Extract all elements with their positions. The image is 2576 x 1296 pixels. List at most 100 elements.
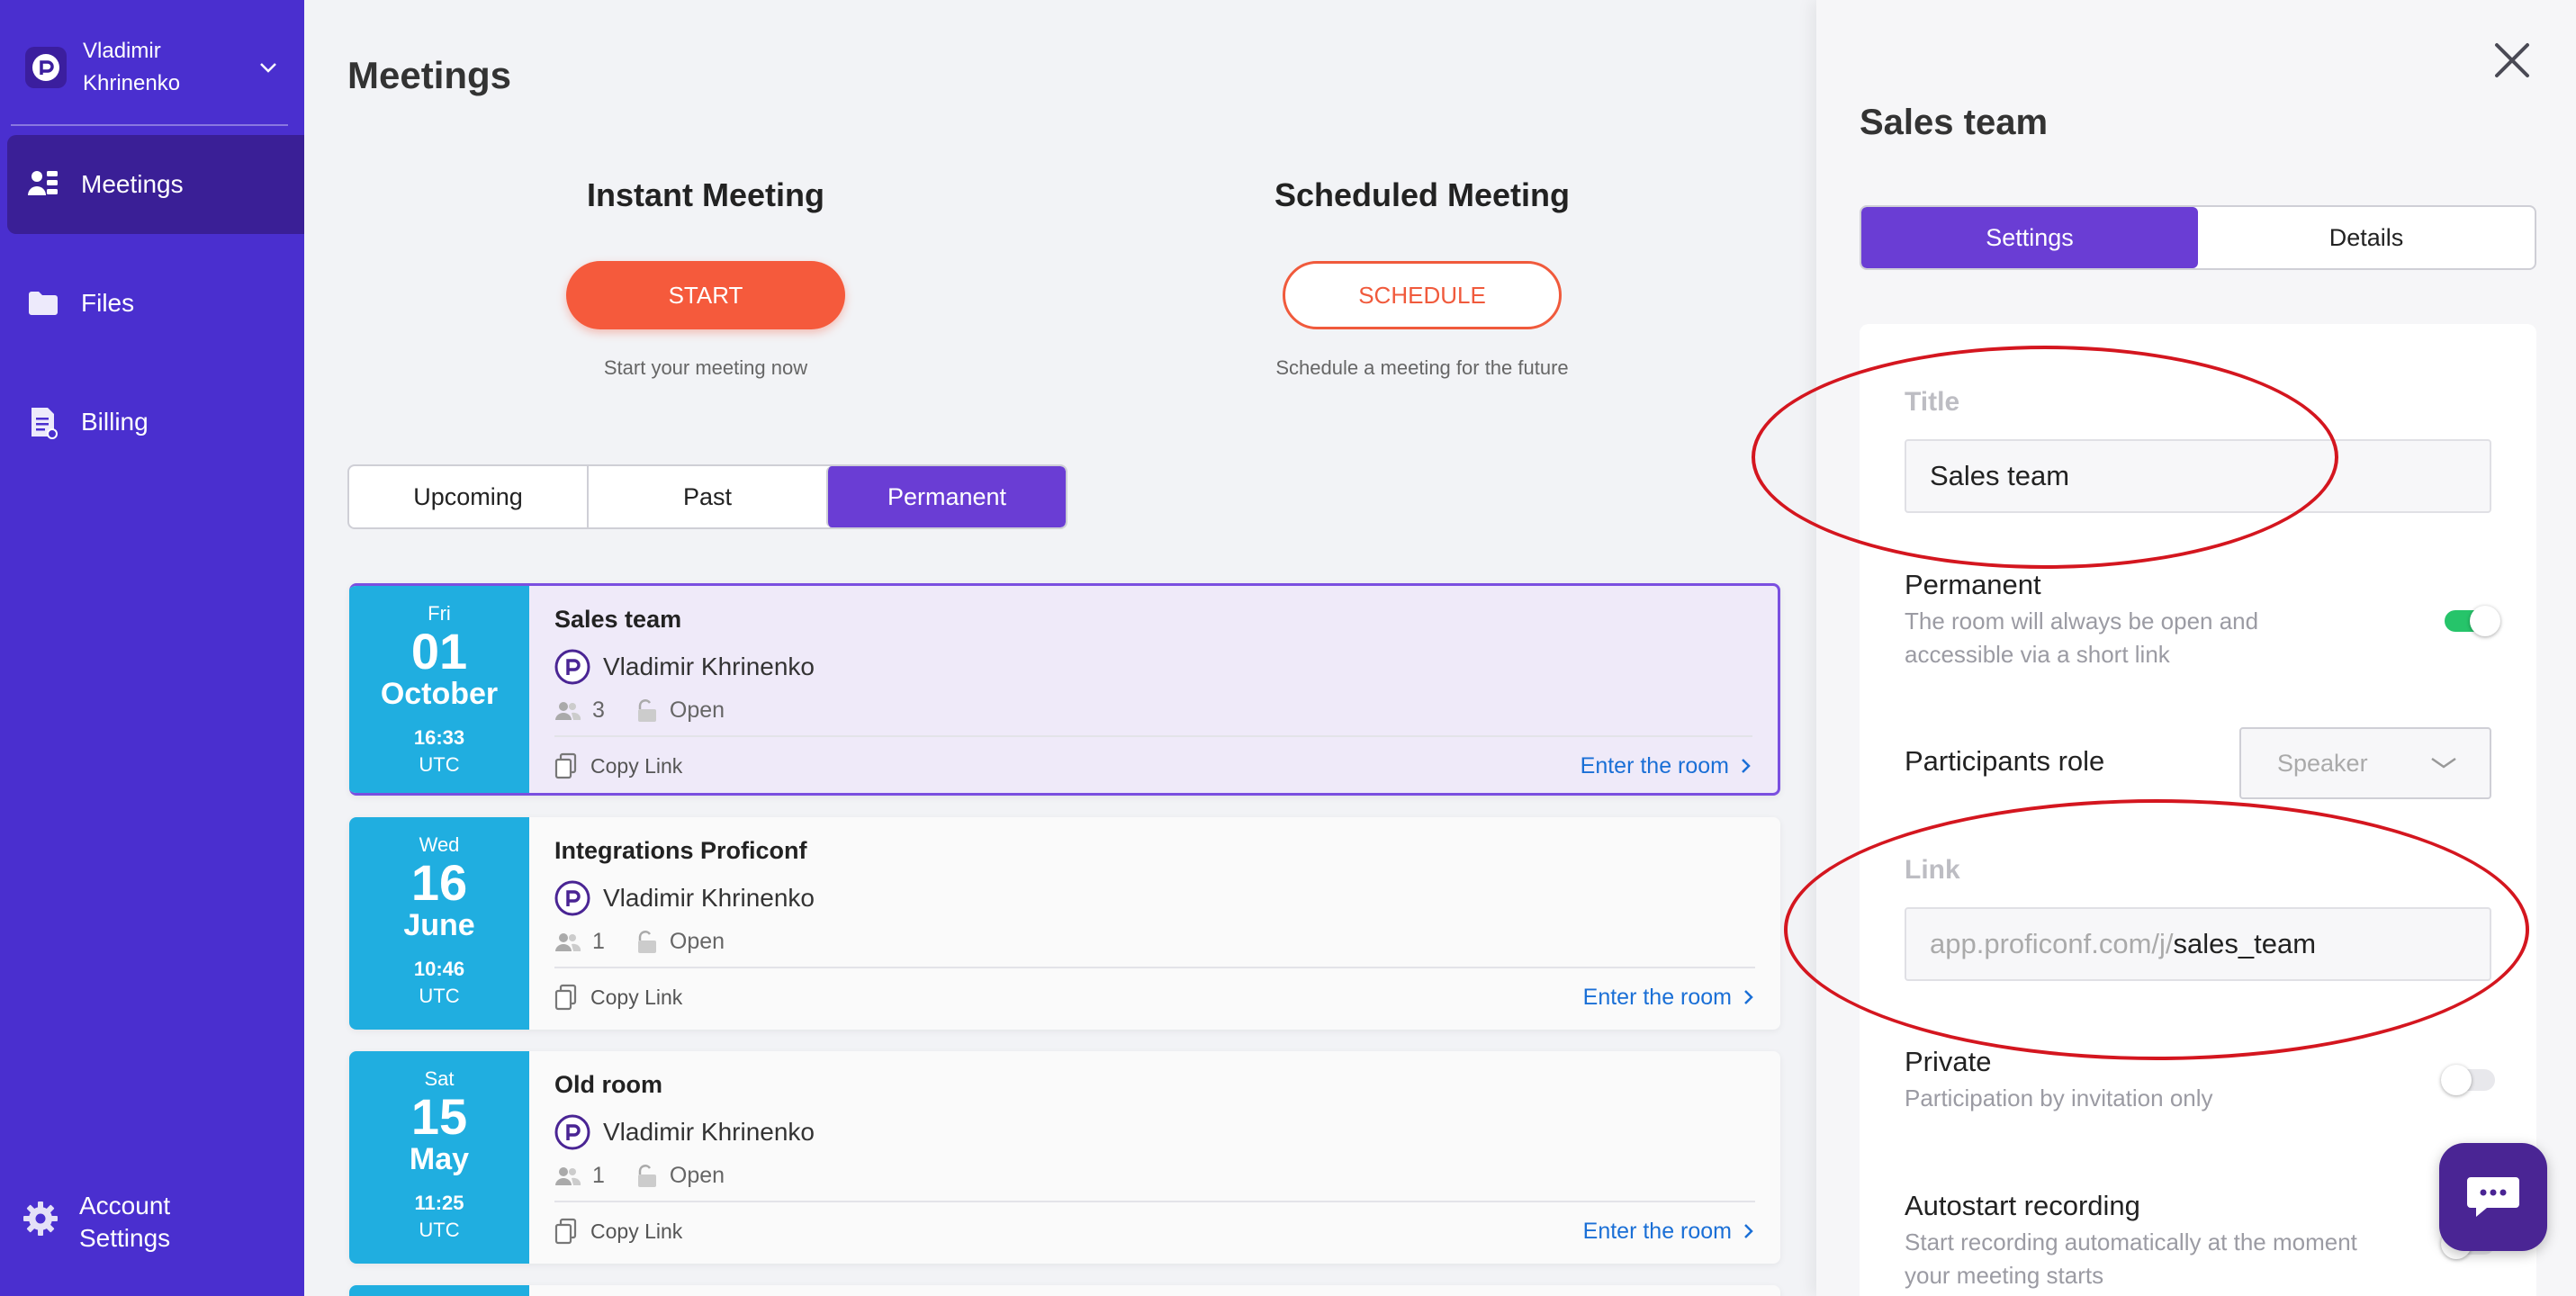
instant-meeting-caption: Start your meeting now xyxy=(603,356,808,379)
chevron-right-icon xyxy=(1744,1224,1753,1238)
permanent-description: The room will always be open and accessi… xyxy=(1905,608,2259,668)
meeting-card-footer: Copy Link Enter the room xyxy=(554,1201,1755,1260)
avatar xyxy=(554,880,590,916)
folder-icon xyxy=(25,285,61,321)
date-timezone: UTC xyxy=(419,985,460,1007)
meeting-card[interactable]: Wed 16 June 10:46 UTC Integrations Profi… xyxy=(349,817,1780,1030)
enter-room-link[interactable]: Enter the room xyxy=(1581,753,1752,779)
schedule-button[interactable]: SCHEDULE xyxy=(1283,261,1562,329)
enter-room-label: Enter the room xyxy=(1580,752,1729,778)
link-slug: sales_team xyxy=(2173,928,2317,959)
date-day: 01 xyxy=(410,623,468,680)
chat-icon xyxy=(2467,1177,2519,1217)
unlock-icon xyxy=(637,1164,656,1187)
date-timezone: UTC xyxy=(419,1219,460,1241)
participants-role-label: Participants role xyxy=(1905,745,2105,777)
account-settings-link[interactable]: Account Settings xyxy=(22,1190,196,1255)
permanent-toggle[interactable] xyxy=(2445,606,2500,636)
tab-settings[interactable]: Settings xyxy=(1861,207,2198,268)
enter-room-label: Enter the room xyxy=(1582,1218,1732,1244)
private-toggle[interactable] xyxy=(2441,1065,2495,1095)
chevron-right-icon xyxy=(1744,990,1753,1004)
date-time: 16:33 xyxy=(413,726,465,749)
date-time: 11:25 xyxy=(414,1192,464,1214)
meeting-card[interactable]: Fri 01 October 16:33 UTC Sales team Vlad… xyxy=(349,583,1780,796)
copy-link-button[interactable]: Copy Link xyxy=(554,984,682,1011)
enter-room-link[interactable]: Enter the room xyxy=(1583,985,1755,1011)
date-month: October xyxy=(380,677,499,711)
meetings-icon xyxy=(25,166,61,202)
sidebar: Vladimir Khrinenko Meetings Files Billin… xyxy=(0,0,304,1296)
meeting-card-partial[interactable] xyxy=(349,1285,1780,1296)
date-timezone: UTC xyxy=(419,753,460,776)
sidebar-item-label: Billing xyxy=(81,408,149,436)
copy-icon xyxy=(554,1218,577,1245)
participants-count: 3 xyxy=(554,698,605,724)
copy-icon xyxy=(554,984,577,1011)
close-icon[interactable] xyxy=(2490,38,2535,83)
meeting-meta: 1 Open xyxy=(554,1163,725,1189)
meeting-owner: Vladimir Khrinenko xyxy=(554,1114,815,1150)
enter-room-label: Enter the room xyxy=(1582,984,1732,1010)
participants-count: 1 xyxy=(554,1163,605,1189)
access-status: Open xyxy=(635,929,725,955)
meeting-date xyxy=(349,1285,529,1296)
meeting-card-footer: Copy Link Enter the room xyxy=(554,735,1752,793)
copy-icon xyxy=(554,752,577,779)
main-content: Meetings Instant Meeting START Start you… xyxy=(304,0,1816,1296)
sidebar-divider xyxy=(11,124,288,126)
participants-role-select[interactable]: Speaker xyxy=(2239,727,2491,799)
unlock-icon xyxy=(637,930,656,953)
tab-permanent[interactable]: Permanent xyxy=(826,466,1066,527)
start-button[interactable]: START xyxy=(566,261,845,329)
access-value: Open xyxy=(669,1163,725,1188)
tab-upcoming[interactable]: Upcoming xyxy=(349,466,587,527)
billing-icon xyxy=(25,404,61,440)
copy-link-label: Copy Link xyxy=(590,1219,683,1243)
scheduled-meeting-section: Scheduled Meeting SCHEDULE Schedule a me… xyxy=(1197,176,1647,380)
date-time: 10:46 xyxy=(413,958,465,980)
meeting-date: Wed 16 June 10:46 UTC xyxy=(349,817,529,1030)
sidebar-item-meetings[interactable]: Meetings xyxy=(7,135,304,234)
page-title: Meetings xyxy=(347,54,512,96)
meeting-title: Old room xyxy=(554,1071,662,1098)
participants-icon xyxy=(555,932,581,951)
panel-title: Sales team xyxy=(1860,103,2049,142)
tab-past[interactable]: Past xyxy=(587,466,826,527)
unlock-icon xyxy=(637,698,656,722)
meeting-card[interactable]: Sat 15 May 11:25 UTC Old room Vladimir K… xyxy=(349,1051,1780,1264)
meeting-title: Integrations Proficonf xyxy=(554,837,807,864)
chevron-right-icon xyxy=(1742,759,1751,773)
tab-details[interactable]: Details xyxy=(2198,207,2535,268)
owner-name: Vladimir Khrinenko xyxy=(603,1118,815,1146)
user-menu[interactable]: Vladimir Khrinenko xyxy=(25,32,286,103)
enter-room-link[interactable]: Enter the room xyxy=(1583,1219,1755,1245)
link-input[interactable]: app.proficonf.com/j/sales_team xyxy=(1905,907,2491,981)
meeting-date: Fri 01 October 16:33 UTC xyxy=(349,586,529,793)
participants-count: 1 xyxy=(554,929,605,955)
participants-value: 3 xyxy=(592,698,605,723)
copy-link-button[interactable]: Copy Link xyxy=(554,1218,682,1245)
participants-icon xyxy=(555,701,581,720)
link-label: Link xyxy=(1905,855,1960,885)
meeting-owner: Vladimir Khrinenko xyxy=(554,880,815,916)
owner-name: Vladimir Khrinenko xyxy=(603,652,815,680)
meeting-card-footer: Copy Link Enter the room xyxy=(554,967,1755,1026)
meeting-owner: Vladimir Khrinenko xyxy=(554,649,815,685)
copy-link-label: Copy Link xyxy=(590,985,683,1009)
participants-value: 1 xyxy=(592,929,605,954)
meeting-meta: 3 Open xyxy=(554,698,725,724)
permanent-label: Permanent xyxy=(1905,569,2041,600)
access-value: Open xyxy=(669,698,725,723)
link-prefix: app.proficonf.com/j/ xyxy=(1930,928,2174,959)
meeting-date: Sat 15 May 11:25 UTC xyxy=(349,1051,529,1264)
autostart-recording-label: Autostart recording xyxy=(1905,1190,2140,1221)
autostart-recording-description: Start recording automatically at the mom… xyxy=(1905,1228,2357,1289)
instant-meeting-section: Instant Meeting START Start your meeting… xyxy=(481,176,931,380)
sidebar-item-files[interactable]: Files xyxy=(7,254,304,353)
chat-widget-button[interactable] xyxy=(2439,1143,2547,1251)
title-input[interactable]: Sales team xyxy=(1905,439,2491,513)
sidebar-item-billing[interactable]: Billing xyxy=(7,373,304,472)
copy-link-button[interactable]: Copy Link xyxy=(554,752,682,779)
sidebar-item-label: Files xyxy=(81,289,135,317)
